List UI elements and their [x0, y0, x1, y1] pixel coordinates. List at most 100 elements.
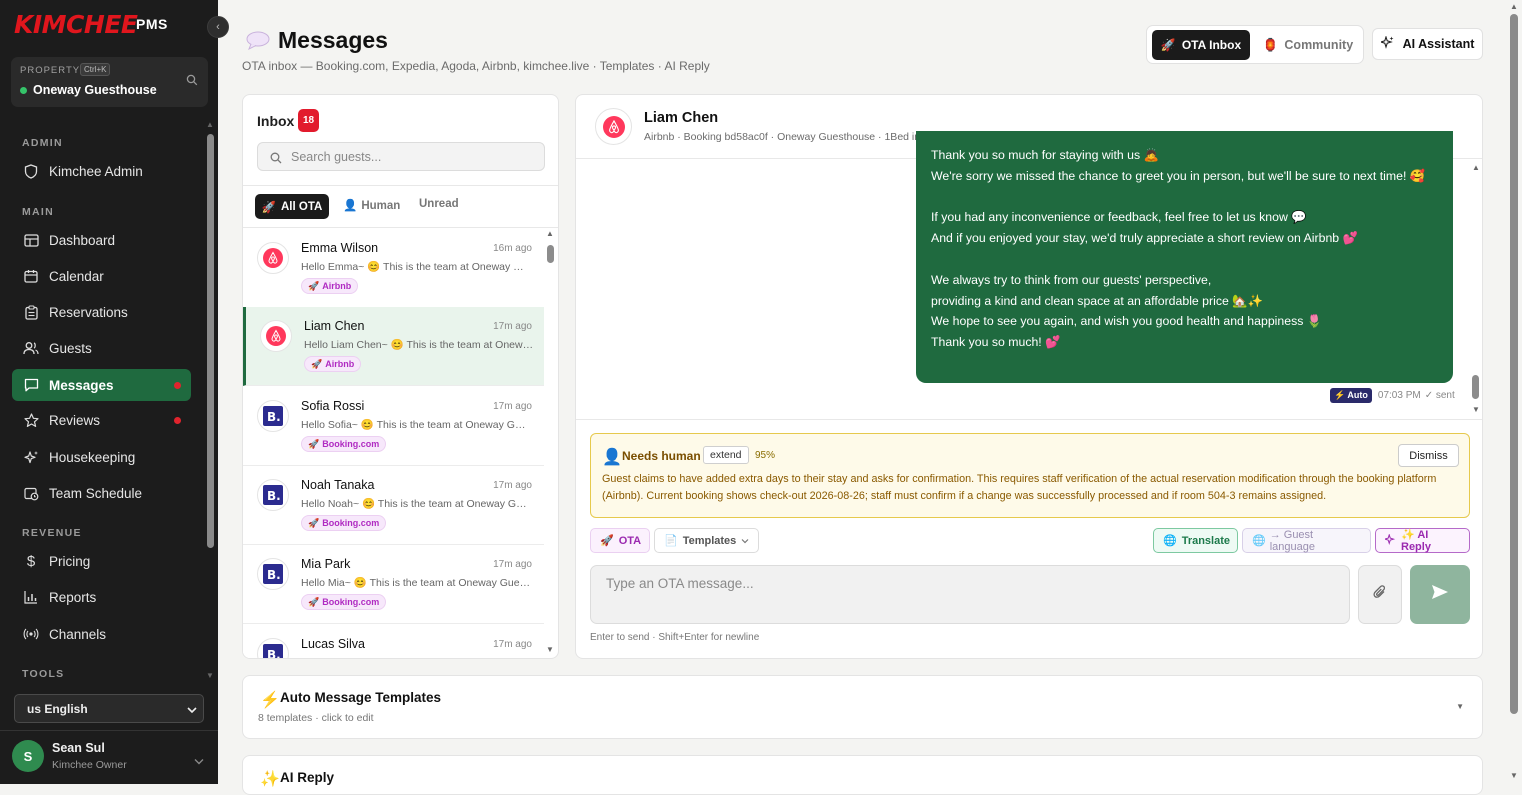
page-scrollbar[interactable]: ▲ ▼	[1507, 0, 1522, 784]
sidebar-item-label: Pricing	[49, 553, 91, 569]
scroll-down-icon[interactable]: ▼	[546, 645, 554, 654]
tab-ota-inbox[interactable]: 🚀 OTA Inbox	[1152, 30, 1250, 60]
collapse-sidebar-button[interactable]: ‹	[207, 16, 229, 38]
brand-logo[interactable]: KIMCHEE	[14, 10, 138, 39]
sidebar-item-label: Channels	[49, 626, 107, 642]
message-line: providing a kind and clean space at an a…	[931, 293, 1263, 308]
message-input[interactable]: Type an OTA message...	[590, 565, 1350, 624]
scrollbar-thumb[interactable]	[207, 134, 214, 548]
ai-reply-button[interactable]: ✨ AI Reply	[1375, 528, 1470, 553]
lantern-icon: 🏮	[1262, 37, 1279, 52]
channel-badge: 🚀 Airbnb	[301, 278, 359, 294]
ai-assistant-button[interactable]: AI Assistant	[1372, 28, 1483, 60]
scroll-up-icon[interactable]: ▲	[1472, 163, 1480, 172]
conversation-panel: Liam Chen Airbnb · Booking bd58ac0f · On…	[575, 94, 1483, 659]
sidebar-item-reviews[interactable]: Reviews	[12, 404, 191, 436]
chevron-left-icon: ‹	[216, 21, 220, 33]
send-icon	[1431, 584, 1449, 605]
tab-community[interactable]: 🏮 Community	[1255, 30, 1361, 60]
scrollbar-thumb[interactable]	[1472, 375, 1479, 399]
status-dot	[20, 87, 27, 94]
sidebar-item-housekeeping[interactable]: Housekeeping	[12, 441, 191, 473]
message-preview: Hello Emma~ 😊 This is the team at Oneway…	[301, 261, 531, 273]
message-time: 07:03 PM	[1377, 390, 1421, 401]
scroll-down-icon[interactable]: ▼	[1472, 405, 1480, 414]
chevron-down-icon	[741, 535, 749, 547]
guest-name: Noah Tanaka	[301, 478, 375, 492]
notification-dot	[174, 381, 181, 389]
sidebar-item-label: Calendar	[49, 268, 104, 284]
rocket-icon: 🚀	[308, 438, 320, 449]
guest-name: Mia Park	[301, 557, 351, 571]
avatar[interactable]: S	[12, 740, 44, 772]
airbnb-icon	[595, 108, 632, 145]
page-title: Messages	[278, 27, 388, 53]
sidebar-item-reports[interactable]: Reports	[12, 581, 191, 613]
sidebar-item-messages[interactable]: Messages	[12, 369, 191, 401]
message-icon	[23, 377, 39, 393]
sidebar-scrollbar[interactable]: ▲ ▼	[204, 120, 216, 680]
search-icon[interactable]	[186, 74, 198, 89]
chevron-down-icon[interactable]	[194, 752, 204, 770]
conversation-item[interactable]: B. Sofia Rossi 17m ago Hello Sofia~ 😊 Th…	[243, 387, 544, 466]
scrollbar-thumb[interactable]	[1510, 14, 1518, 714]
chevron-down-icon[interactable]: ▼	[1456, 702, 1464, 711]
sidebar-item-kimchee-admin[interactable]: Kimchee Admin	[12, 155, 191, 187]
templates-dropdown[interactable]: 📄 Templates	[654, 528, 759, 553]
sidebar-item-label: Messages	[49, 377, 114, 393]
sidebar-item-calendar[interactable]: Calendar	[12, 260, 191, 292]
inbox-scrollbar[interactable]: ▲ ▼	[543, 229, 558, 658]
send-button[interactable]	[1410, 565, 1470, 624]
scrollbar-thumb[interactable]	[547, 245, 554, 263]
auto-templates-panel[interactable]: ⚡ Auto Message Templates 8 templates · c…	[242, 675, 1483, 739]
scroll-down-icon[interactable]: ▼	[1510, 771, 1518, 780]
ai-reply-panel[interactable]: ✨ AI Reply	[242, 755, 1483, 795]
notification-dot	[174, 416, 181, 424]
search-input[interactable]: Search guests...	[257, 142, 545, 171]
message-line: We hope to see you again, and wish you g…	[931, 314, 1323, 329]
attach-button[interactable]	[1358, 565, 1402, 624]
language-select[interactable]: us English	[14, 694, 204, 723]
language-value: us English	[27, 701, 88, 716]
paperclip-icon	[1373, 584, 1387, 605]
scroll-up-icon[interactable]: ▲	[546, 229, 554, 238]
rocket-icon: 🚀	[308, 280, 320, 291]
sidebar-item-dashboard[interactable]: Dashboard	[12, 224, 191, 256]
chip-label: ✨ AI Reply	[1401, 529, 1431, 553]
shortcut-badge: Ctrl+K	[80, 63, 111, 76]
bar-chart-icon	[23, 589, 39, 605]
scroll-down-icon[interactable]: ▼	[206, 671, 214, 680]
conversation-item[interactable]: Emma Wilson 16m ago Hello Emma~ 😊 This i…	[243, 229, 544, 308]
filter-unread[interactable]: Unread	[419, 198, 459, 210]
calendar-icon	[23, 268, 39, 284]
message-line: We always try to think from our guests' …	[931, 272, 1212, 287]
sidebar-item-channels[interactable]: Channels	[12, 618, 191, 650]
sidebar-item-team-schedule[interactable]: Team Schedule	[12, 477, 191, 509]
dismiss-button[interactable]: Dismiss	[1398, 444, 1459, 467]
sidebar-item-reservations[interactable]: Reservations	[12, 296, 191, 328]
user-name: Sean Sul	[52, 741, 105, 755]
rocket-icon: 🚀	[261, 201, 276, 214]
ota-chip[interactable]: 🚀 OTA	[590, 528, 650, 553]
sidebar-item-pricing[interactable]: $ Pricing	[12, 545, 191, 577]
filter-all-ota[interactable]: 🚀 All OTA	[255, 194, 329, 219]
conversation-item[interactable]: B. Lucas Silva 17m ago	[243, 625, 544, 658]
divider	[243, 227, 558, 228]
conversation-item-selected[interactable]: Liam Chen 17m ago Hello Liam Chen~ 😊 Thi…	[243, 307, 544, 386]
property-switcher[interactable]: PROPERTY Ctrl+K Oneway Guesthouse	[11, 57, 208, 107]
guest-language-button[interactable]: 🌐 → Guest language	[1242, 528, 1371, 553]
conversation-item[interactable]: B. Noah Tanaka 17m ago Hello Noah~ 😊 Thi…	[243, 466, 544, 545]
scroll-up-icon[interactable]: ▲	[206, 120, 214, 129]
guest-name: Liam Chen	[644, 110, 719, 126]
sidebar-item-guests[interactable]: Guests	[12, 332, 191, 364]
translate-button[interactable]: 🌐 Translate	[1153, 528, 1238, 553]
message-preview: Hello Noah~ 😊 This is the team at Oneway…	[301, 498, 531, 510]
chat-scrollbar[interactable]: ▲ ▼	[1469, 159, 1482, 415]
guest-name: Liam Chen	[304, 319, 365, 333]
conversation-item[interactable]: B. Mia Park 17m ago Hello Mia~ 😊 This is…	[243, 545, 544, 624]
scroll-up-icon[interactable]: ▲	[1510, 2, 1518, 11]
filter-human[interactable]: 👤 Human	[343, 198, 400, 212]
filter-label: All OTA	[281, 200, 323, 213]
message-bubble: Thank you so much for staying with us 🙇 …	[916, 131, 1453, 383]
sidebar-item-label: Team Schedule	[49, 485, 143, 501]
